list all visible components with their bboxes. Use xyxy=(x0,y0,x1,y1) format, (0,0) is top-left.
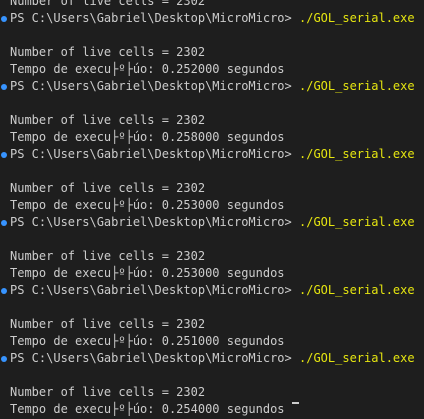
command-status-dot-icon[interactable] xyxy=(1,152,7,158)
prompt-line: PS C:\Users\Gabriel\Desktop\MicroMicro> … xyxy=(0,78,424,95)
command-text: ./GOL_serial.exe xyxy=(299,283,415,297)
live-cells-line: Number of live cells = 2302 xyxy=(10,113,206,127)
command-text: ./GOL_serial.exe xyxy=(299,351,415,365)
terminal-output[interactable]: Number of live cells = 2302 PS C:\Users\… xyxy=(0,0,424,419)
prompt-line: PS C:\Users\Gabriel\Desktop\MicroMicro> … xyxy=(0,214,424,231)
command-text: ./GOL_serial.exe xyxy=(299,147,415,161)
prompt-line: PS C:\Users\Gabriel\Desktop\MicroMicro> … xyxy=(0,282,424,299)
command-text: ./GOL_serial.exe xyxy=(299,11,415,25)
prompt-path: PS C:\Users\Gabriel\Desktop\MicroMicro> xyxy=(10,147,292,161)
command-status-dot-icon[interactable] xyxy=(1,84,7,90)
prompt-line: PS C:\Users\Gabriel\Desktop\MicroMicro> … xyxy=(0,10,424,27)
command-status-dot-icon[interactable] xyxy=(1,356,7,362)
live-cells-line: Number of live cells = 2302 xyxy=(10,181,206,195)
text-cursor xyxy=(292,402,299,404)
prompt-path: PS C:\Users\Gabriel\Desktop\MicroMicro> xyxy=(10,79,292,93)
execution-time-line: Tempo de execu├º├úo: 0.258000 segundos xyxy=(10,130,285,144)
output-line: Number of live cells = 2302 xyxy=(10,0,206,8)
execution-time-line: Tempo de execu├º├úo: 0.253000 segundos xyxy=(10,198,285,212)
live-cells-line: Number of live cells = 2302 xyxy=(10,45,206,59)
live-cells-line: Number of live cells = 2302 xyxy=(10,317,206,331)
prompt-path: PS C:\Users\Gabriel\Desktop\MicroMicro> xyxy=(10,283,292,297)
prompt-path: PS C:\Users\Gabriel\Desktop\MicroMicro> xyxy=(10,215,292,229)
execution-time-line: Tempo de execu├º├úo: 0.251000 segundos xyxy=(10,334,285,348)
prompt-path: PS C:\Users\Gabriel\Desktop\MicroMicro> xyxy=(10,351,292,365)
prompt-line: PS C:\Users\Gabriel\Desktop\MicroMicro> … xyxy=(0,350,424,367)
command-status-dot-icon[interactable] xyxy=(1,220,7,226)
live-cells-line: Number of live cells = 2302 xyxy=(10,385,206,399)
command-status-dot-icon[interactable] xyxy=(1,288,7,294)
prompt-line: PS C:\Users\Gabriel\Desktop\MicroMicro> … xyxy=(0,146,424,163)
execution-time-line: Tempo de execu├º├úo: 0.252000 segundos xyxy=(10,62,285,76)
execution-time-line: Tempo de execu├º├úo: 0.254000 segundos xyxy=(10,402,285,416)
command-status-dot-icon[interactable] xyxy=(1,16,7,22)
command-text: ./GOL_serial.exe xyxy=(299,215,415,229)
prompt-path: PS C:\Users\Gabriel\Desktop\MicroMicro> xyxy=(10,11,292,25)
execution-time-line: Tempo de execu├º├úo: 0.253000 segundos xyxy=(10,266,285,280)
live-cells-line: Number of live cells = 2302 xyxy=(10,249,206,263)
command-text: ./GOL_serial.exe xyxy=(299,79,415,93)
